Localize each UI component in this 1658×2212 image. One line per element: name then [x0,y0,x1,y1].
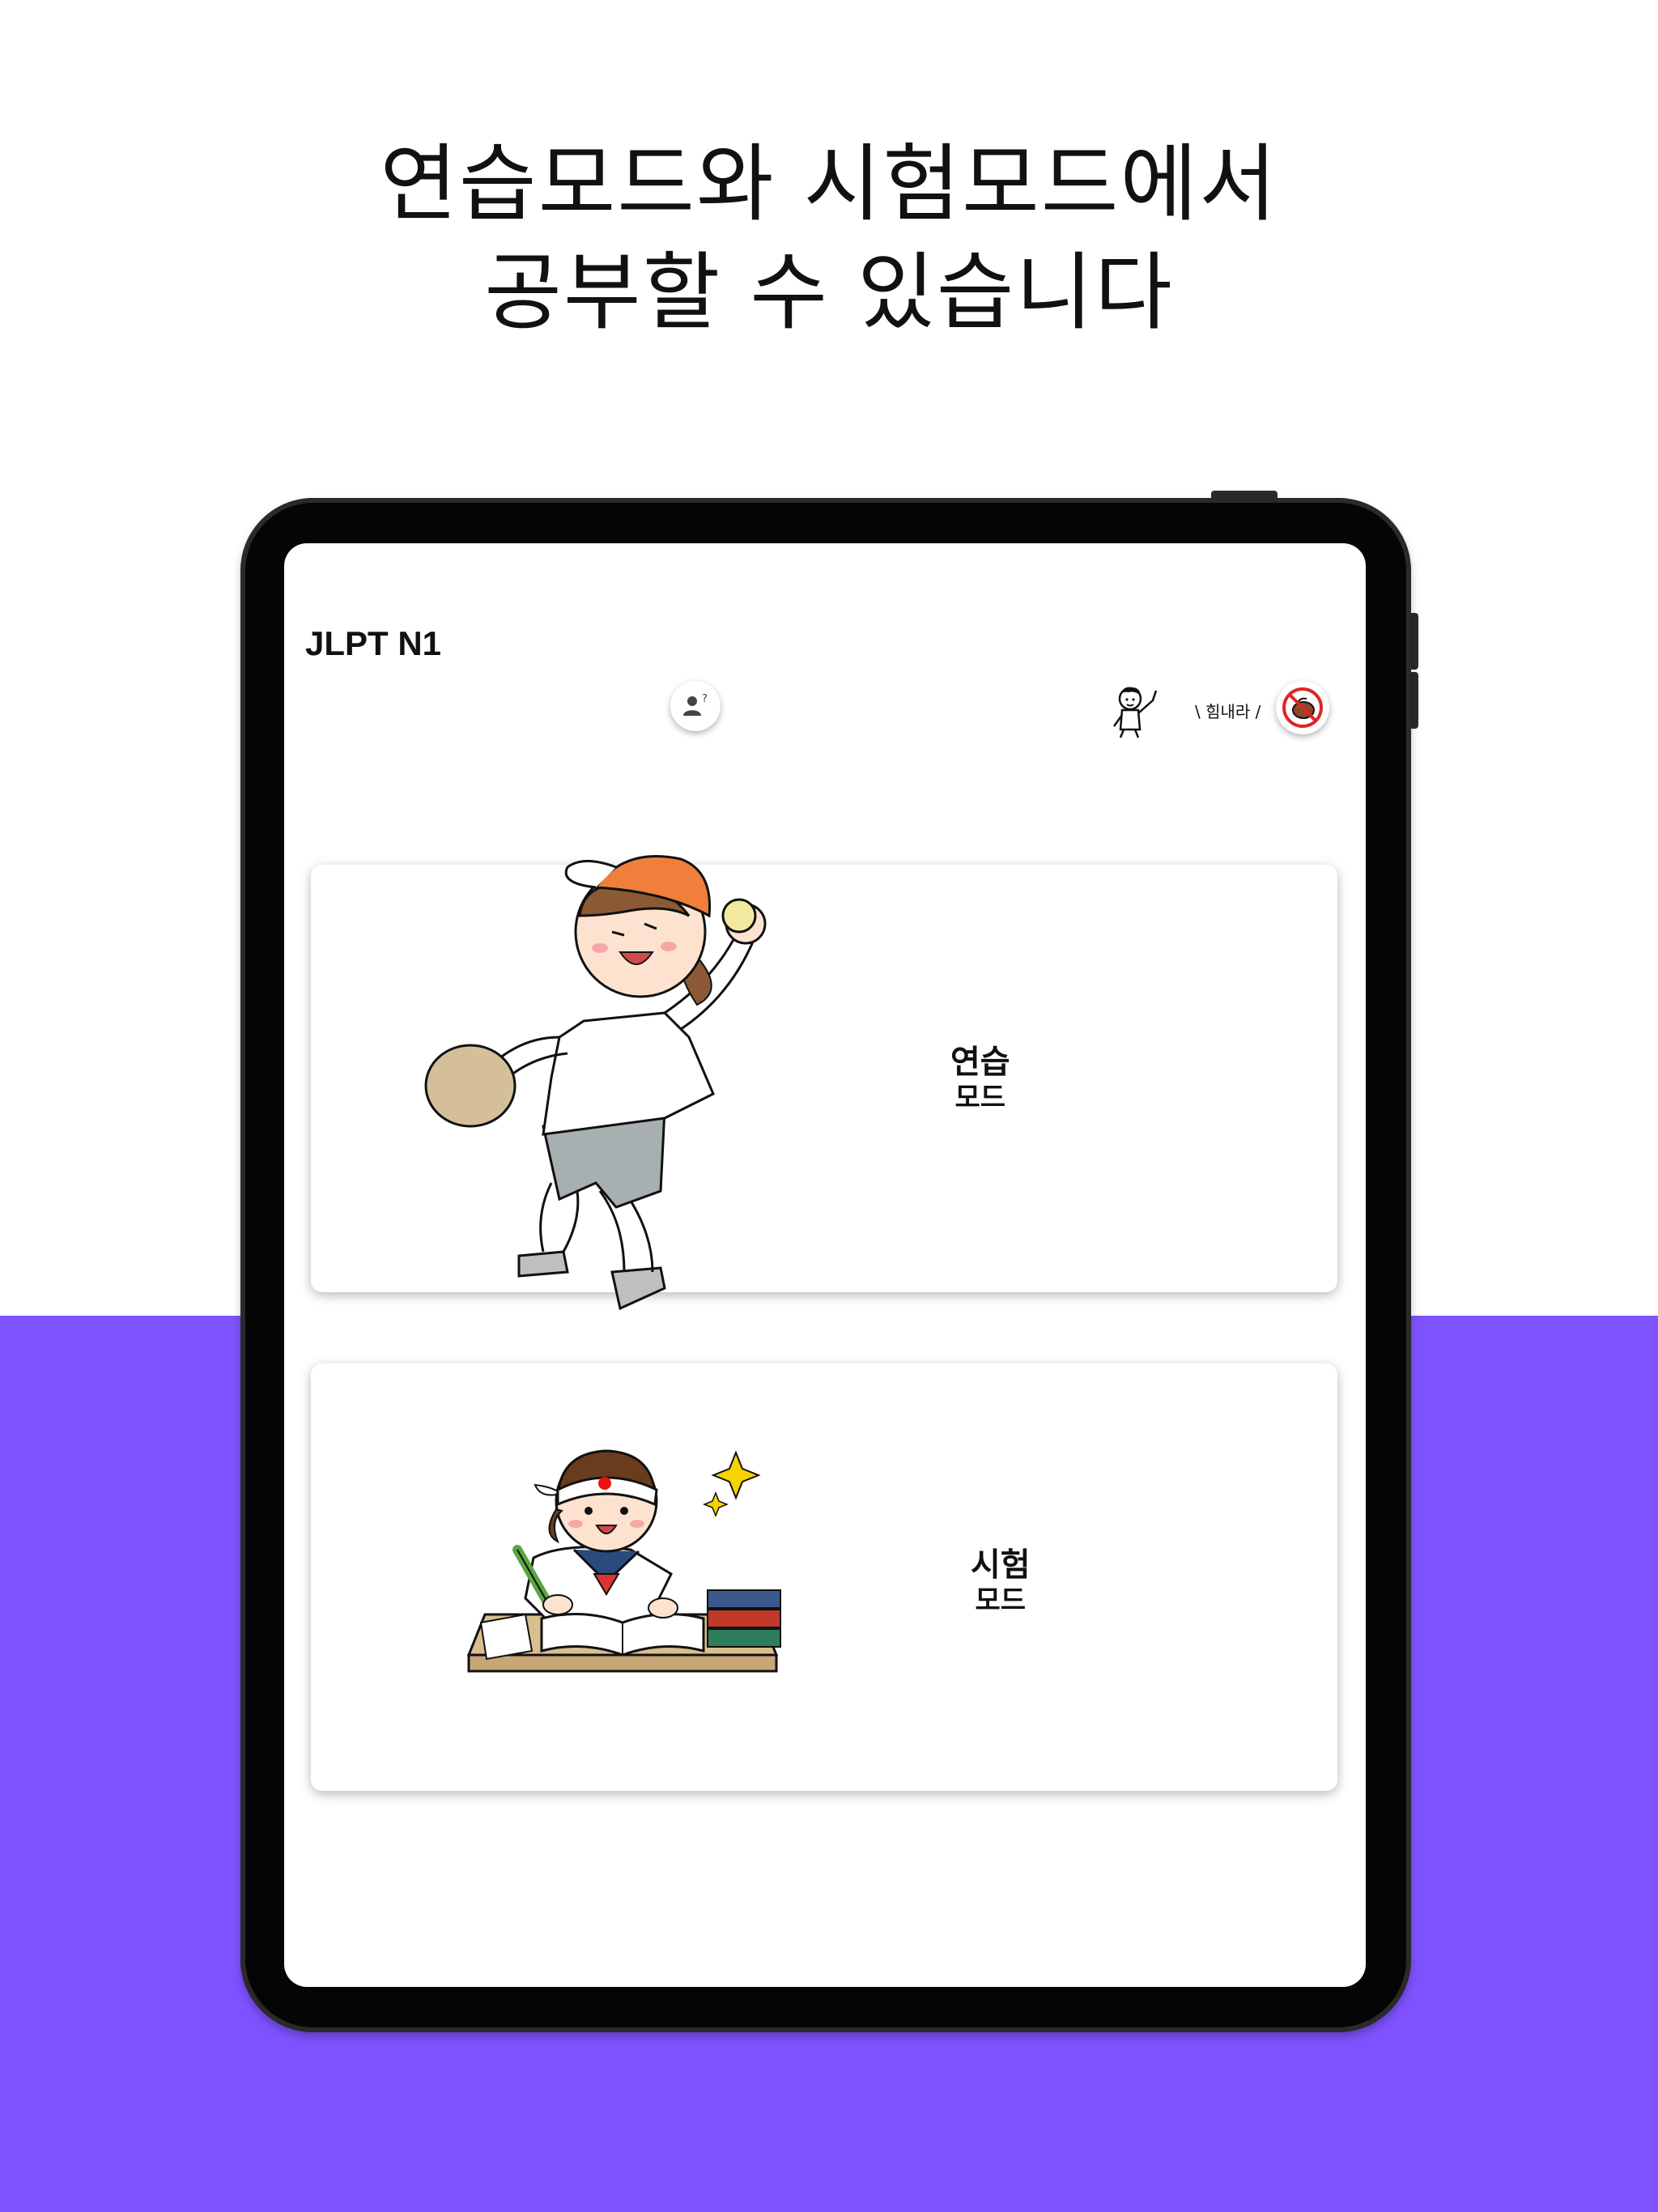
person-question-icon: ? [683,693,708,716]
no-ads-icon [1282,687,1323,728]
cheering-boy-illustration [1112,687,1158,738]
headline-line-2: 공부할 수 있습니다 [484,243,1174,342]
studying-student-illustration [466,1449,781,1673]
exam-mode-label: 시험 모드 [971,1546,1031,1617]
exam-mode-title: 시험 [971,1546,1031,1584]
profile-button[interactable]: ? [670,681,721,731]
promo-headline: 연습모드와 시험모드에서 공부할 수 있습니다 [0,130,1658,347]
practice-mode-label: 연습 모드 [950,1043,1010,1114]
app-screen: JLPT N1 ? \ 힘내라 / 연습 모드 시험 모드 [284,543,1366,1987]
exam-mode-card[interactable]: 시험 모드 [311,1363,1337,1791]
svg-text:?: ? [702,693,708,705]
exam-mode-subtitle: 모드 [975,1585,1027,1617]
headline-line-1: 연습모드와 시험모드에서 [380,134,1278,233]
practice-mode-subtitle: 모드 [954,1082,1006,1114]
practice-mode-title: 연습 [950,1044,1010,1081]
app-title: JLPT N1 [305,624,442,662]
no-ads-button[interactable] [1276,681,1329,734]
pitching-girl-illustration [424,855,767,1311]
cheer-text: \ 힘내라 / [1195,702,1261,721]
cheer-banner: \ 힘내라 / [1106,681,1268,739]
